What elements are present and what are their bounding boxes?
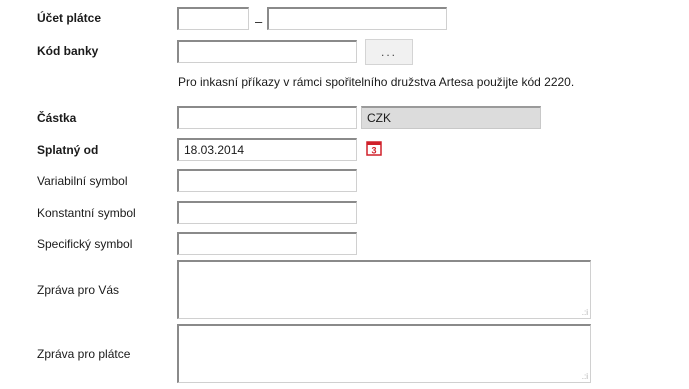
specific-symbol-input[interactable] (177, 232, 357, 255)
bank-code-browse-button[interactable]: ... (365, 39, 413, 65)
label-konstantni-symbol: Konstantní symbol (37, 206, 136, 220)
account-number-input[interactable] (267, 7, 447, 30)
variable-symbol-input[interactable] (177, 169, 357, 192)
message-for-you-textarea[interactable]: .:i (177, 260, 591, 319)
bank-code-hint: Pro inkasní příkazy v rámci spořitelního… (178, 75, 575, 89)
label-zprava-pro-vas: Zpráva pro Vás (37, 283, 120, 297)
label-kod-banky: Kód banky (37, 44, 99, 58)
currency-field: CZK (361, 106, 541, 129)
label-castka: Částka (37, 111, 77, 125)
bank-code-input[interactable] (177, 40, 357, 63)
account-separator: – (255, 14, 263, 29)
resize-grip-icon[interactable]: .:i (582, 309, 588, 317)
calendar-icon[interactable]: 3 (366, 140, 382, 156)
constant-symbol-input[interactable] (177, 201, 357, 224)
resize-grip-icon[interactable]: .:i (582, 373, 588, 381)
label-zprava-pro-platce: Zpráva pro plátce (37, 347, 131, 361)
due-date-input[interactable]: 18.03.2014 (177, 138, 357, 161)
label-ucet-platce: Účet plátce (37, 11, 102, 25)
label-splatny-od: Splatný od (37, 143, 99, 157)
label-variabilni-symbol: Variabilní symbol (37, 174, 128, 188)
amount-input[interactable] (177, 106, 357, 129)
account-prefix-input[interactable] (177, 7, 249, 30)
message-for-payer-textarea[interactable]: .:i (177, 324, 591, 383)
label-specificky-symbol: Specifický symbol (37, 237, 133, 251)
svg-text:3: 3 (371, 146, 376, 156)
